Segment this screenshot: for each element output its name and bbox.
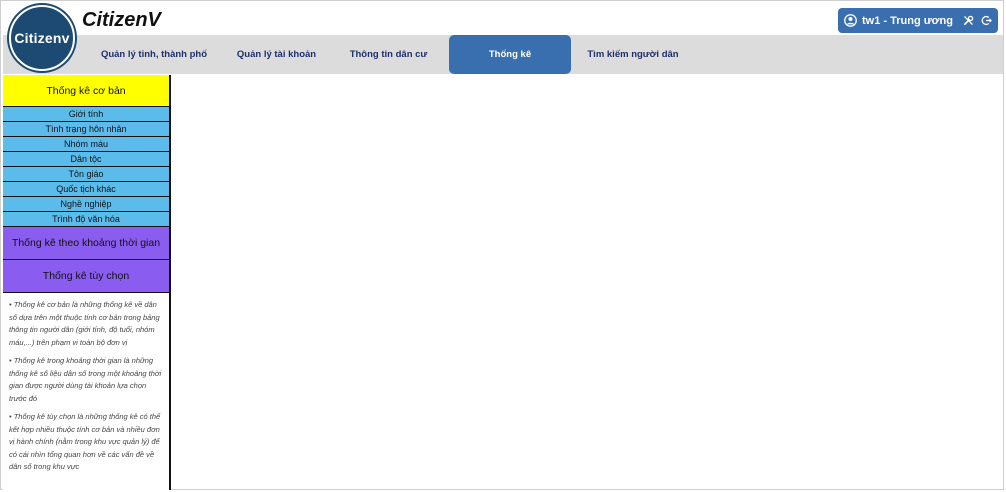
stats-description: • Thống kê cơ bản là những thống kê về d…	[3, 293, 169, 474]
top-bar: CitizenV tw1 - Trung ương	[3, 3, 1003, 35]
stat-marital-status[interactable]: Tình trạng hôn nhân	[3, 122, 169, 137]
citizenv-logo[interactable]: Citizenv	[9, 5, 75, 71]
nav-search-resident[interactable]: Tìm kiếm người dân	[571, 35, 695, 74]
stat-ethnicity[interactable]: Dân tộc	[3, 152, 169, 167]
statistics-sidebar: Thống kê cơ bản Giới tính Tình trạng hôn…	[3, 75, 171, 490]
main-nav: Quản lý tỉnh, thành phố Quản lý tài khoả…	[3, 35, 1003, 74]
nav-province-management[interactable]: Quản lý tỉnh, thành phố	[85, 35, 223, 74]
note-time-stats: • Thống kê trong khoảng thời gian là nhữ…	[9, 356, 162, 403]
nav-statistics[interactable]: Thống kê	[449, 35, 571, 74]
nav-resident-info[interactable]: Thông tin dân cư	[330, 35, 447, 74]
stat-education-level[interactable]: Trình độ văn hóa	[3, 212, 169, 227]
user-name: tw1 - Trung ương	[862, 14, 953, 27]
stat-occupation[interactable]: Nghề nghiệp	[3, 197, 169, 212]
note-basic-stats: • Thống kê cơ bản là những thống kê về d…	[9, 300, 160, 347]
time-range-stats-button[interactable]: Thống kê theo khoảng thời gian	[3, 227, 169, 260]
logout-icon[interactable]	[981, 15, 992, 26]
user-circle-icon	[844, 14, 857, 27]
custom-stats-button[interactable]: Thống kê tùy chọn	[3, 260, 169, 293]
logo-text: Citizenv	[14, 30, 70, 46]
stat-gender[interactable]: Giới tính	[3, 107, 169, 122]
note-custom-stats: • Thống kê tùy chọn là những thống kê có…	[9, 412, 161, 471]
nav-account-management[interactable]: Quản lý tài khoản	[223, 35, 330, 74]
tools-icon[interactable]	[963, 15, 974, 26]
stat-other-nationality[interactable]: Quốc tịch khác	[3, 182, 169, 197]
stat-blood-type[interactable]: Nhóm máu	[3, 137, 169, 152]
user-menu[interactable]: tw1 - Trung ương	[838, 8, 998, 33]
stat-religion[interactable]: Tôn giáo	[3, 167, 169, 182]
app-title: CitizenV	[82, 9, 161, 31]
basic-stats-header[interactable]: Thống kê cơ bản	[3, 75, 169, 107]
